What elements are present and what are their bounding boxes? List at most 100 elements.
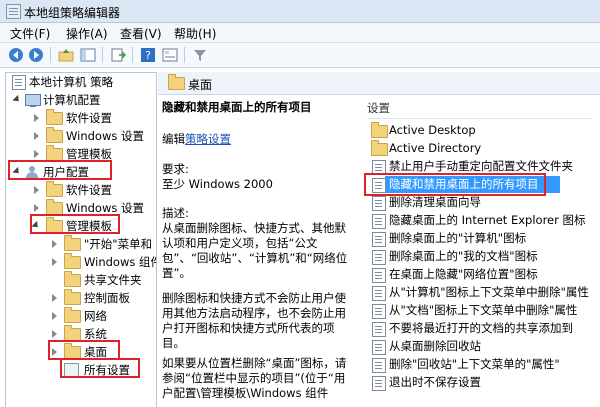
highlight-box-selected-policy: [364, 173, 546, 196]
collapsed-arrow-icon[interactable]: [52, 330, 57, 338]
filter-icon[interactable]: [192, 47, 208, 63]
edit-policy-line: 编辑策略设置: [162, 132, 231, 146]
list-item-policy[interactable]: 删除"回收站"上下文菜单的"属性": [363, 356, 600, 373]
policy-setting-icon: [372, 376, 386, 391]
policy-setting-icon: [372, 286, 386, 301]
list-edge-fade: [592, 98, 600, 406]
folder-icon: [64, 289, 81, 305]
folder-icon: [64, 307, 81, 323]
folder-icon: [371, 140, 388, 156]
details-header: 桌面: [158, 72, 600, 95]
console-tree: 本地计算机 策略 计算机配置 软件设置 Windows 设置 管理模板 用户配置…: [5, 72, 157, 407]
up-folder-icon[interactable]: [58, 47, 74, 63]
highlight-box-user-configuration: [8, 160, 112, 180]
tree-item-network[interactable]: 网络: [6, 307, 156, 325]
description-paragraph-3: 如果要从位置栏删除“桌面”图标，请参阅“位置栏中显示的项目”(位于“用户配置\管…: [162, 356, 347, 400]
gpedit-app-icon: [6, 4, 21, 19]
properties-icon[interactable]: [162, 47, 178, 63]
policy-setting-icon: [372, 232, 386, 247]
window-title: 本地组策略编辑器: [24, 6, 121, 20]
policy-setting-icon: [372, 358, 386, 373]
toolbar-separator: [184, 47, 185, 63]
policy-setting-icon: [372, 214, 386, 229]
list-item-policy[interactable]: 隐藏桌面上的 Internet Explorer 图标: [363, 212, 600, 229]
list-item-active-desktop[interactable]: Active Desktop: [363, 122, 600, 139]
tree-item-windows-components[interactable]: Windows 组件: [6, 253, 156, 271]
tree-item-start-menu[interactable]: "开始"菜单和: [6, 235, 156, 253]
folder-icon: [64, 253, 81, 269]
back-icon[interactable]: [8, 47, 24, 63]
list-item-policy[interactable]: 在桌面上隐藏"网络位置"图标: [363, 266, 600, 283]
highlight-box-admin-templates: [30, 214, 120, 234]
folder-icon: [371, 122, 388, 138]
forward-icon[interactable]: [28, 47, 44, 63]
collapsed-arrow-icon[interactable]: [34, 186, 39, 194]
tree-item-computer-software-settings[interactable]: 软件设置: [6, 109, 156, 127]
list-item-policy[interactable]: 从桌面删除回收站: [363, 338, 600, 355]
policy-title: 隐藏和禁用桌面上的所有项目: [162, 100, 312, 114]
list-item-policy[interactable]: 删除桌面上的"计算机"图标: [363, 230, 600, 247]
requirements-label: 要求:: [162, 162, 189, 176]
menu-file[interactable]: 文件(F): [10, 25, 50, 42]
list-item-active-directory[interactable]: Active Directory: [363, 140, 600, 157]
highlight-box-all-settings: [60, 358, 140, 378]
tree-item-local-computer-policy[interactable]: 本地计算机 策略: [6, 73, 156, 91]
toolbar: ?: [0, 43, 600, 68]
collapsed-arrow-icon[interactable]: [52, 294, 57, 302]
highlight-box-desktop: [48, 340, 120, 360]
collapsed-arrow-icon[interactable]: [34, 132, 39, 140]
computer-icon: [25, 94, 41, 107]
export-list-icon[interactable]: [110, 47, 126, 63]
policy-setting-icon: [372, 268, 386, 283]
policy-setting-icon: [372, 250, 386, 265]
collapsed-arrow-icon[interactable]: [34, 114, 39, 122]
menu-action[interactable]: 操作(A): [66, 25, 108, 42]
menu-bar: 文件(F) 操作(A) 查看(V) 帮助(H): [0, 23, 600, 43]
menu-view[interactable]: 查看(V): [120, 25, 162, 42]
svg-text:?: ?: [145, 49, 151, 62]
toolbar-separator: [50, 47, 51, 63]
help-icon[interactable]: ?: [140, 47, 156, 63]
policy-icon: [12, 75, 26, 90]
folder-icon: [168, 74, 185, 90]
policy-setting-icon: [372, 322, 386, 337]
edit-policy-setting-link[interactable]: 策略设置: [185, 132, 231, 146]
description-text: 从桌面删除图标、快捷方式、其他默认项和用户定义项，包括“公文包”、“回收站”、“…: [162, 221, 348, 280]
description-paragraph-2: 删除图标和快捷方式不会防止用户使用其他方法启动程序，也不会防止用户打开图标和快捷…: [162, 291, 346, 350]
list-item-policy[interactable]: 从"计算机"图标上下文菜单中删除"属性: [363, 284, 600, 301]
tree-item-user-software-settings[interactable]: 软件设置: [6, 181, 156, 199]
policy-setting-icon: [372, 304, 386, 319]
collapsed-arrow-icon[interactable]: [52, 258, 57, 266]
collapsed-arrow-icon[interactable]: [52, 312, 57, 320]
expanded-arrow-icon[interactable]: [12, 94, 22, 105]
folder-icon: [46, 181, 63, 197]
policy-setting-icon: [372, 196, 386, 211]
tree-item-shared-folders[interactable]: 共享文件夹: [6, 271, 156, 289]
show-hide-tree-icon[interactable]: [80, 47, 96, 63]
folder-icon: [46, 127, 63, 143]
tree-item-control-panel[interactable]: 控制面板: [6, 289, 156, 307]
folder-icon: [64, 271, 81, 287]
list-item-policy[interactable]: 不要将最近打开的文档的共享添加到: [363, 320, 600, 337]
tree-item-computer-configuration[interactable]: 计算机配置: [6, 91, 156, 109]
toolbar-separator: [132, 47, 133, 63]
policy-description: 隐藏和禁用桌面上的所有项目 编辑策略设置 要求: 至少 Windows 2000…: [162, 98, 356, 406]
tree-item-computer-windows-settings[interactable]: Windows 设置: [6, 127, 156, 145]
settings-column-header[interactable]: 设置: [367, 100, 390, 116]
title-bar: 本地组策略编辑器: [0, 0, 600, 23]
folder-icon: [64, 235, 81, 251]
list-item-policy[interactable]: 删除清理桌面向导: [363, 194, 600, 211]
header-divider: [367, 118, 592, 119]
collapsed-arrow-icon[interactable]: [52, 240, 57, 248]
menu-help[interactable]: 帮助(H): [174, 25, 216, 42]
requirements-value: 至少 Windows 2000: [162, 177, 273, 191]
collapsed-arrow-icon[interactable]: [34, 204, 39, 212]
list-item-policy[interactable]: 删除桌面上的"我的文档"图标: [363, 248, 600, 265]
list-item-policy[interactable]: 退出时不保存设置: [363, 374, 600, 391]
folder-icon: [46, 109, 63, 125]
list-item-hide-disable-desktop-items[interactable]: 隐藏和禁用桌面上的所有项目: [363, 173, 600, 196]
details-header-title: 桌面: [188, 78, 213, 92]
description-label: 描述:: [162, 206, 189, 220]
collapsed-arrow-icon[interactable]: [34, 150, 39, 158]
list-item-policy[interactable]: 从"文档"图标上下文菜单中删除"属性: [363, 302, 600, 319]
